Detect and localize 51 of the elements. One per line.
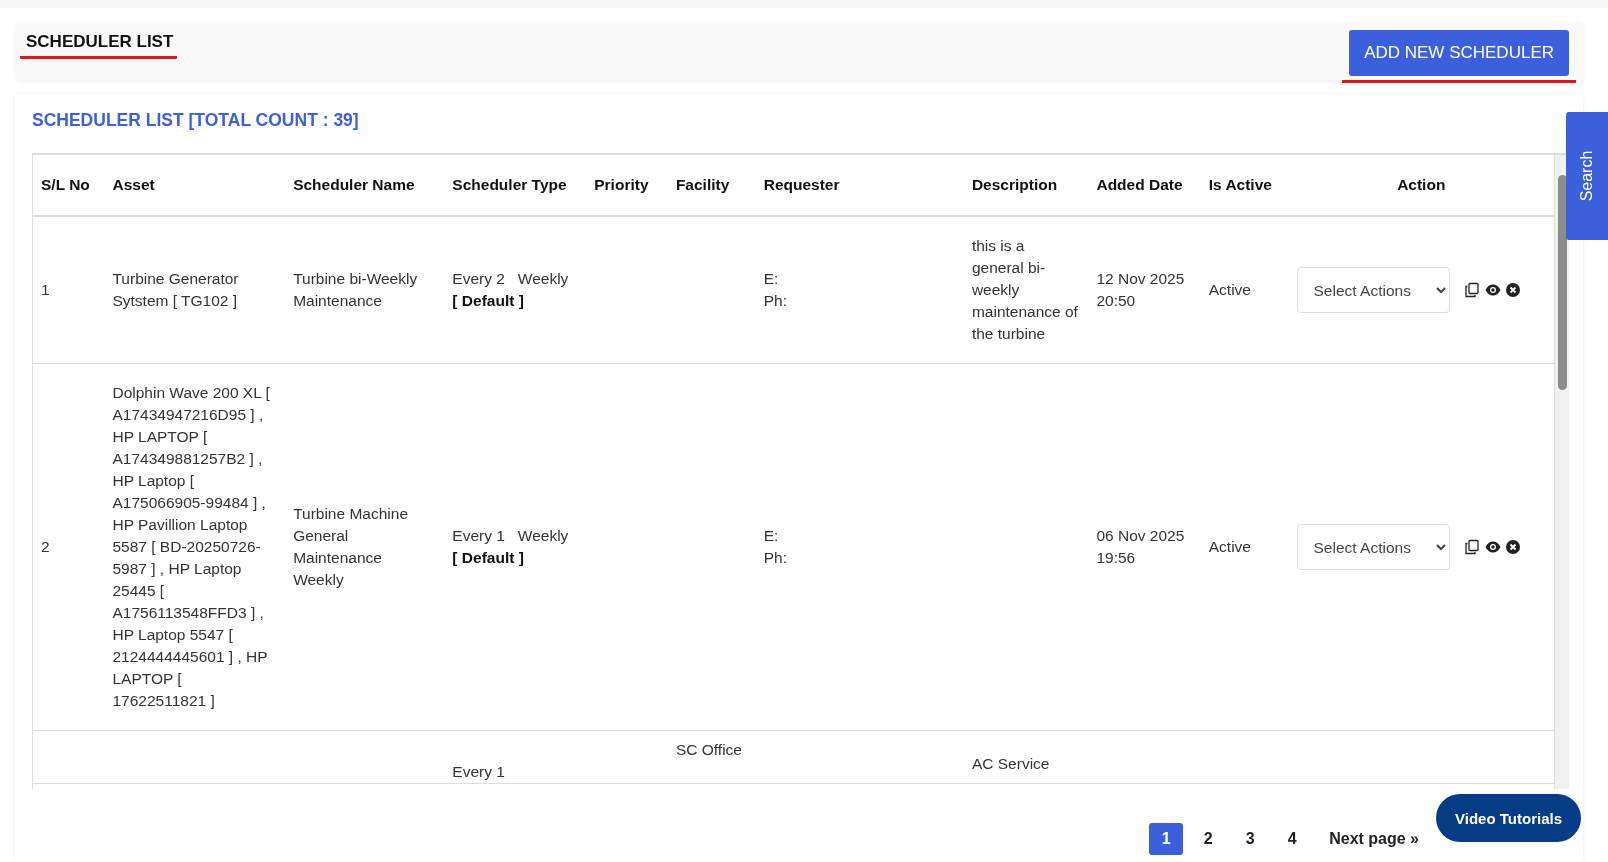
table-cell-text: 12 Nov 2025 20:50 — [1096, 269, 1186, 311]
column-header: Facility — [667, 155, 756, 216]
column-header: Is Active — [1200, 155, 1289, 216]
table-cell-text: Turbine bi-Weekly Maintenance — [293, 269, 419, 311]
eye-icon[interactable] — [1484, 541, 1501, 553]
close-icon[interactable] — [1505, 283, 1520, 297]
default-tag: [ Default ] — [452, 290, 579, 312]
table-cell-text: AC Service — [971, 754, 1051, 774]
table-cell-text: Ph: — [763, 548, 788, 568]
column-header: Scheduler Name — [285, 155, 445, 216]
table-cell-text: Turbine Machine General Maintenance Weekly — [293, 504, 409, 590]
table-cell-text: SC Office — [675, 740, 743, 760]
close-icon[interactable] — [1505, 540, 1520, 554]
copy-icon[interactable] — [1463, 282, 1480, 298]
column-header: S/L No — [33, 155, 105, 216]
column-header: Asset — [104, 155, 286, 216]
column-header: Added Date — [1088, 155, 1201, 216]
eye-icon[interactable] — [1484, 284, 1501, 296]
page-title: SCHEDULER LIST — [20, 32, 178, 59]
actions-dropdown[interactable]: Select Actions — [1296, 267, 1450, 313]
table-cell-text: 1 — [41, 280, 51, 300]
page-button[interactable]: 2 — [1191, 823, 1226, 855]
page-button[interactable]: 3 — [1233, 823, 1268, 855]
column-header: Requester — [755, 155, 964, 216]
table-cell-text: Ph: — [763, 291, 788, 311]
scrollbar[interactable] — [1554, 155, 1569, 789]
column-header: Scheduler Type — [444, 155, 587, 216]
column-header: Priority — [586, 155, 668, 216]
add-new-scheduler-button[interactable]: ADD NEW SCHEDULER — [1349, 30, 1569, 76]
search-tab[interactable]: Search — [1566, 112, 1608, 240]
status-text: Active — [1208, 537, 1252, 557]
status-text: Active — [1208, 280, 1252, 300]
table-cell-text: Turbine Generator Sytstem [ TG102 ] — [112, 269, 240, 311]
actions-dropdown[interactable]: Select Actions — [1296, 524, 1450, 570]
table-cell-text: Every 2 Weekly — [452, 269, 570, 289]
table-cell-text: E: — [763, 269, 780, 289]
table-cell-text: this is a general bi-weekly maintenance of the turbine — [971, 236, 1079, 344]
column-header: Description — [963, 155, 1089, 216]
video-tutorials-button[interactable]: Video Tutorials — [1436, 794, 1581, 842]
page-button[interactable]: 1 — [1149, 823, 1184, 855]
table-cell-text: 2 — [41, 537, 51, 557]
next-page-link[interactable]: Next page » — [1329, 830, 1419, 848]
table-cell-text: 06 Nov 2025 19:56 — [1096, 526, 1186, 568]
copy-icon[interactable] — [1463, 539, 1480, 555]
table-cell-text: Dolphin Wave 200 XL [ A17434947216D95 ] , HP LAPTOP [ A174349881257B2 ] , HP Laptop [ A175066905-99484 ] , HP Pavillion Laptop 5587 [ BD-20250726-5987 ] , HP Laptop 25445 [ A1756113548FFD3 ] , HP Laptop 5547 [ 2124444445601 ] , HP LAPTOP [ 17622511821 ] — [112, 383, 271, 711]
table-cell-text: E: — [763, 526, 780, 546]
list-heading: SCHEDULER LIST [TOTAL COUNT : 39] — [32, 110, 360, 131]
table-cell-text: Every 1 Weekly — [452, 526, 570, 546]
table-cell-text: Every 1 — [452, 762, 506, 782]
page-button[interactable]: 4 — [1275, 823, 1310, 855]
default-tag: [ Default ] — [452, 547, 579, 569]
